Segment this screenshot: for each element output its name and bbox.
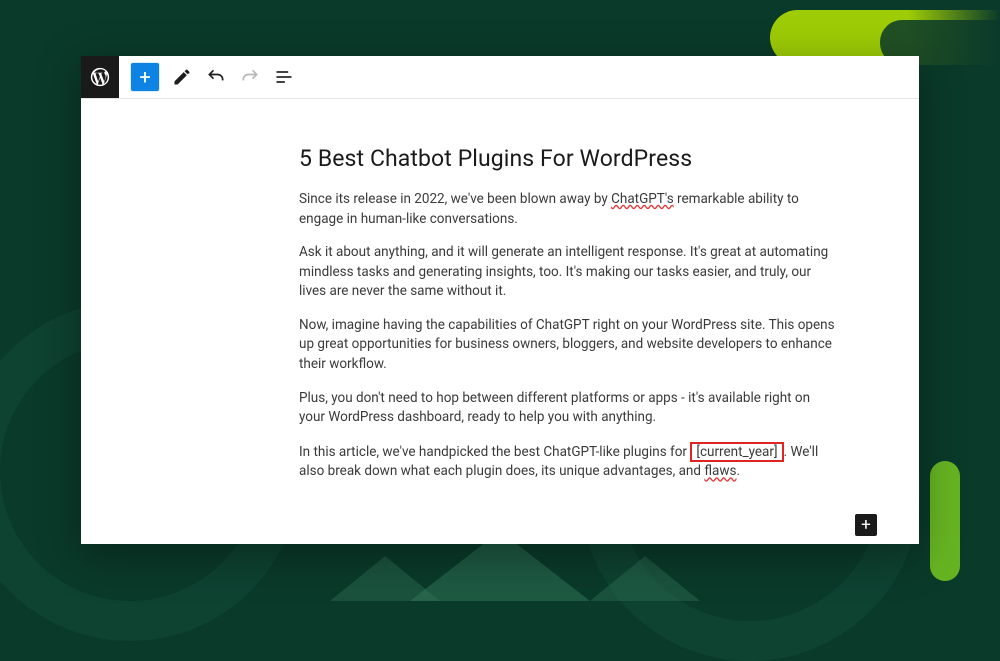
redo-icon [240,67,260,87]
spellcheck-underline: flaws [704,463,736,479]
paragraph-block[interactable]: Now, imagine having the capabilities of … [299,316,835,375]
paragraph-block[interactable]: Since its release in 2022, we've been bl… [299,190,835,229]
paragraph-block[interactable]: In this article, we've handpicked the be… [299,442,835,482]
undo-icon [206,67,226,87]
add-block-inline-button[interactable]: + [855,514,877,536]
wordpress-logo[interactable] [81,56,119,98]
paragraph-block[interactable]: Plus, you don't need to hop between diff… [299,389,835,428]
redo-button[interactable] [239,66,261,88]
text-run: . [736,463,740,479]
edit-mode-button[interactable] [171,66,193,88]
add-block-toolbar-button[interactable]: + [131,63,159,91]
paragraph-block[interactable]: Ask it about anything, and it will gener… [299,243,835,302]
document-outline-icon [274,67,294,87]
editor-window: + 5 Best Chatbot Plugins For WordPress S… [81,56,919,544]
shortcode-highlight: [current_year] [690,442,783,463]
post-title[interactable]: 5 Best Chatbot Plugins For WordPress [299,145,835,172]
bg-lime-pill [930,461,960,581]
bg-triangle-left [330,556,440,601]
text-run: Since its release in 2022, we've been bl… [299,191,611,207]
bg-triangle-right [590,556,700,601]
editor-toolbar: + [81,56,919,99]
editor-content[interactable]: 5 Best Chatbot Plugins For WordPress Sin… [81,99,919,482]
undo-button[interactable] [205,66,227,88]
pencil-icon [172,67,192,87]
document-outline-button[interactable] [273,66,295,88]
text-run: In this article, we've handpicked the be… [299,444,690,460]
wordpress-logo-icon [89,66,111,88]
spellcheck-underline: ChatGPT's [611,191,674,207]
